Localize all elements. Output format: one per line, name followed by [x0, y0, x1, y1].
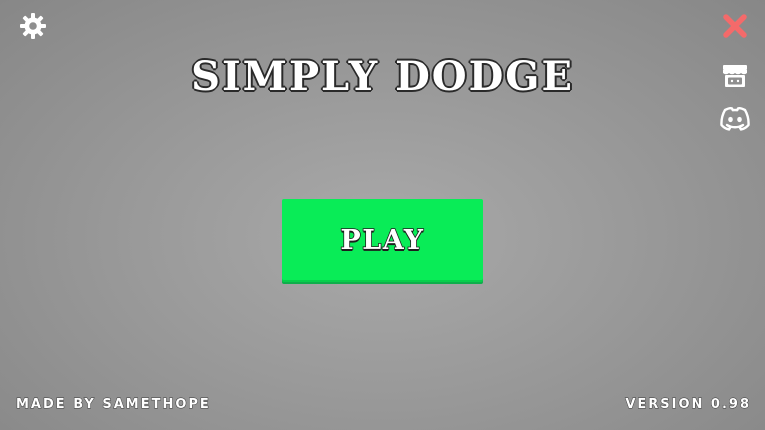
- close-button[interactable]: [720, 11, 750, 41]
- credit-text: MADE BY SAMETHOPE: [16, 397, 211, 412]
- discord-icon: [720, 107, 750, 131]
- play-button[interactable]: PLAY: [282, 199, 483, 282]
- gear-icon: [20, 13, 46, 39]
- version-text: VERSION 0.98: [625, 397, 751, 412]
- game-title: SIMPLY DODGE: [190, 53, 574, 100]
- settings-button[interactable]: [19, 12, 47, 40]
- play-button-label: PLAY: [340, 225, 425, 256]
- discord-button[interactable]: [719, 106, 751, 132]
- close-icon: [723, 14, 747, 38]
